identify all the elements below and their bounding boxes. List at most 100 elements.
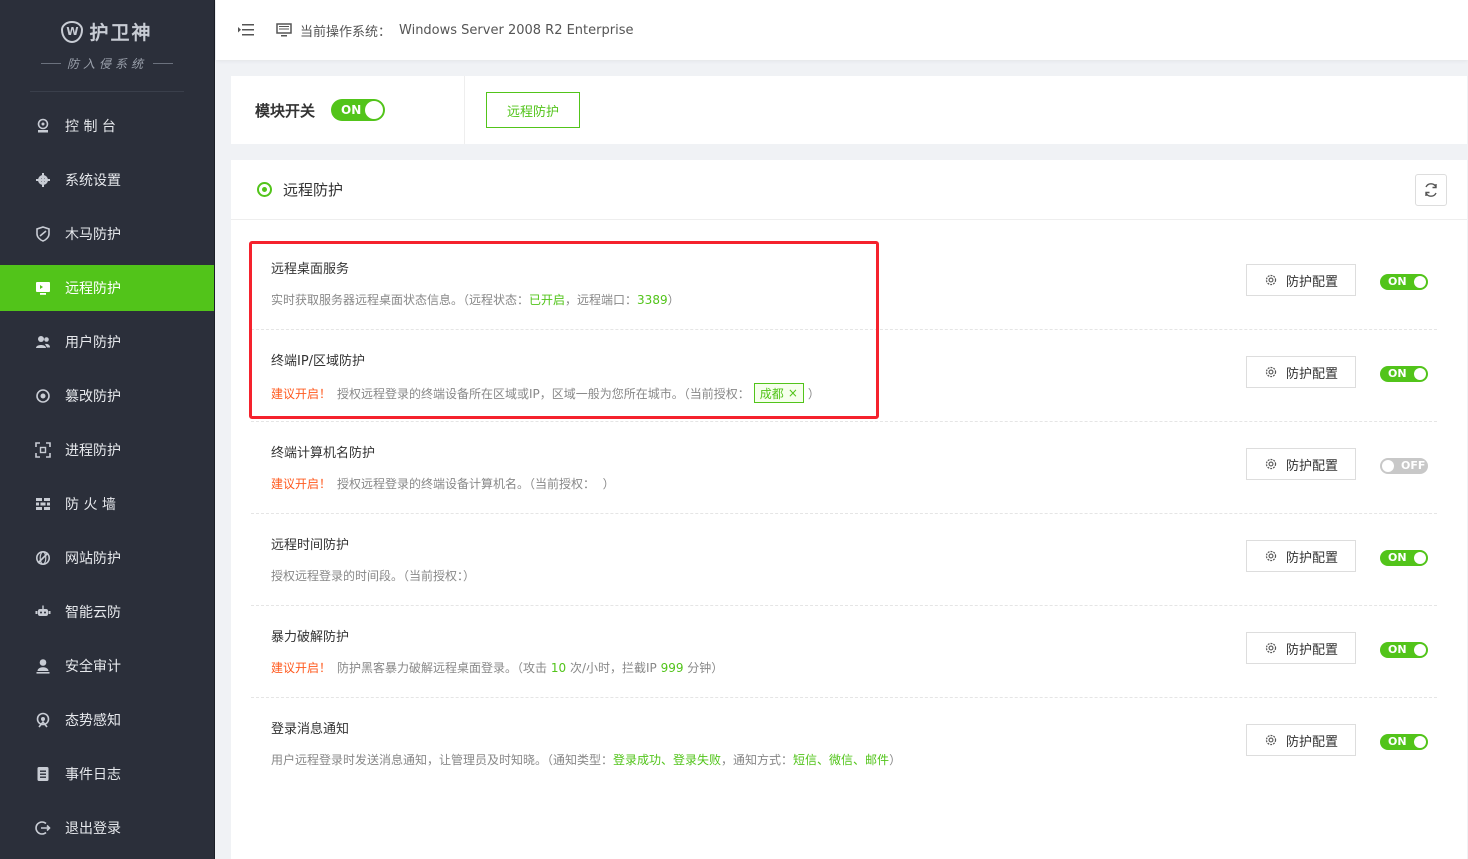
gear-icon [1265,734,1277,746]
description-text: 授权远程登录的终端设备计算机名。（当前授权： ） [337,477,615,491]
protection-config-button[interactable]: 防护配置 [1246,632,1356,664]
sidebar-item-label: 木马防护 [65,227,121,243]
menu-collapse-icon[interactable] [238,23,254,37]
protection-row: 远程桌面服务 实时获取服务器远程桌面状态信息。（远程状态： 已开启 ，远程端口： 338… [251,238,1437,330]
config-button-label: 防护配置 [1285,550,1338,566]
divider [153,63,173,64]
protection-toggle[interactable]: ON [1380,550,1428,566]
section-title: 远程防护 [283,181,344,199]
description-text: 已开启 [529,293,566,307]
protection-row: 终端IP/区域防护 建议开启！ 授权远程登录的终端设备所在区域或IP，区域一般为您所… [251,330,1437,422]
sidebar-item-4[interactable]: 用户防护 [0,319,214,365]
sidebar-item-label: 网站防护 [65,551,121,567]
sidebar-item-0[interactable]: 控 制 台 [0,103,214,149]
recommend-warning: 建议开启！ [271,477,332,491]
sidebar-item-2[interactable]: 木马防护 [0,211,214,257]
sidebar-item-1[interactable]: 系统设置 [0,157,214,203]
protection-config-button[interactable]: 防护配置 [1246,356,1356,388]
logo-shield-icon: W [61,20,84,43]
protection-config-button[interactable]: 防护配置 [1246,724,1356,756]
logo-title: 护卫神 [89,22,153,44]
protection-config-button[interactable]: 防护配置 [1246,264,1356,296]
description-text: 999 [660,660,684,675]
gear-icon [1265,550,1277,562]
sidebar-item-label: 进程防护 [65,443,121,459]
protection-config-button[interactable]: 防护配置 [1246,540,1356,572]
description-text: ） [807,386,820,401]
description-text: ，通知方式： [721,753,794,767]
gear-icon [1265,274,1277,286]
sidebar-item-label: 防 火 墙 [65,497,116,513]
protection-toggle[interactable]: ON [1380,274,1428,290]
log-icon [35,766,51,782]
tab-remote-protection[interactable]: 远程防护 [486,92,581,128]
sidebar: W 护卫神 防入侵系统 控 制 台系统设置木马防护远程防护用户防护篡改防护进程防… [0,0,215,859]
description-text: 授权远程登录的终端设备所在区域或IP，区域一般为您所在城市。（当前授权： [337,386,750,401]
description-text: ，远程端口： [565,293,638,307]
sidebar-item-label: 用户防护 [65,335,121,351]
radar-icon [35,712,51,728]
protection-toggle[interactable]: ON [1380,366,1428,382]
sidebar-item-12[interactable]: 事件日志 [0,751,214,797]
protection-config-button[interactable]: 防护配置 [1246,448,1356,480]
description-text: 用户远程登录时发送消息通知，让管理员及时知晓。（通知类型： [271,753,614,767]
description-text: 短信、微信、邮件 [793,753,890,767]
refresh-icon [1425,183,1437,197]
module-panel: 模块开关 ON 远程防护 [231,76,1467,144]
dashboard-icon [35,118,51,134]
sidebar-item-9[interactable]: 智能云防 [0,589,214,635]
sidebar-item-3[interactable]: 远程防护 [0,265,214,311]
sidebar-item-7[interactable]: 防 火 墙 [0,481,214,527]
section-header: 远程防护 [231,160,1467,220]
tag-close-icon[interactable]: × [788,386,798,400]
sidebar-item-label: 系统设置 [65,173,121,189]
sidebar-nav: 控 制 台系统设置木马防护远程防护用户防护篡改防护进程防护防 火 墙网站防护智能… [0,103,214,851]
module-switch-label: 模块开关 [255,101,316,120]
sidebar-item-label: 态势感知 [65,713,121,729]
authorized-region-tag: 成都 × [753,383,804,403]
description-text: 次/小时，拦截IP [566,661,661,675]
sidebar-item-10[interactable]: 安全审计 [0,643,214,689]
process-icon [35,442,51,458]
cloud-robot-icon [35,604,51,620]
divider [40,63,61,64]
sidebar-item-label: 安全审计 [65,659,121,675]
description-text: 3389 [637,292,668,307]
firewall-icon [35,496,51,512]
config-button-label: 防护配置 [1285,274,1338,290]
description-text: 分钟） [683,661,724,675]
logout-icon [35,820,51,836]
sidebar-item-5[interactable]: 篡改防护 [0,373,214,419]
monitor-icon [276,23,292,37]
sidebar-item-label: 远程防护 [65,281,121,297]
recommend-warning: 建议开启！ [271,661,332,675]
logo: W 护卫神 防入侵系统 [30,0,184,92]
sidebar-item-label: 控 制 台 [65,119,116,135]
gear-icon [35,172,51,188]
users-icon [35,334,51,350]
protection-toggle[interactable]: ON [1380,734,1428,750]
sidebar-item-label: 篡改防护 [65,389,121,405]
description-text: ） [667,293,680,307]
tag-label: 成都 [759,386,784,401]
sidebar-item-label: 智能云防 [65,605,121,621]
os-label: 当前操作系统： [300,24,392,40]
description-text: ） [889,753,902,767]
sidebar-item-11[interactable]: 态势感知 [0,697,214,743]
os-value: Windows Server 2008 R2 Enterprise [399,22,634,38]
protection-toggle[interactable]: ON [1380,642,1428,658]
sidebar-item-8[interactable]: 网站防护 [0,535,214,581]
description-text: 防护黑客暴力破解远程桌面登录。（攻击 [337,661,551,675]
audit-icon [35,658,51,674]
config-button-label: 防护配置 [1285,734,1338,750]
refresh-button[interactable] [1415,174,1447,206]
protection-list: 远程桌面服务 实时获取服务器远程桌面状态信息。（远程状态： 已开启 ，远程端口： 338… [251,238,1437,790]
protection-toggle[interactable]: OFF [1380,458,1428,474]
description-text: 实时获取服务器远程桌面状态信息。（远程状态： [271,293,530,307]
description-text: 授权远程登录的时间段。（当前授权：） [271,569,476,583]
sidebar-item-13[interactable]: 退出登录 [0,805,214,851]
module-toggle[interactable]: ON [331,99,386,121]
sidebar-item-6[interactable]: 进程防护 [0,427,214,473]
gear-icon [1265,642,1277,654]
recommend-warning: 建议开启！ [271,386,332,401]
